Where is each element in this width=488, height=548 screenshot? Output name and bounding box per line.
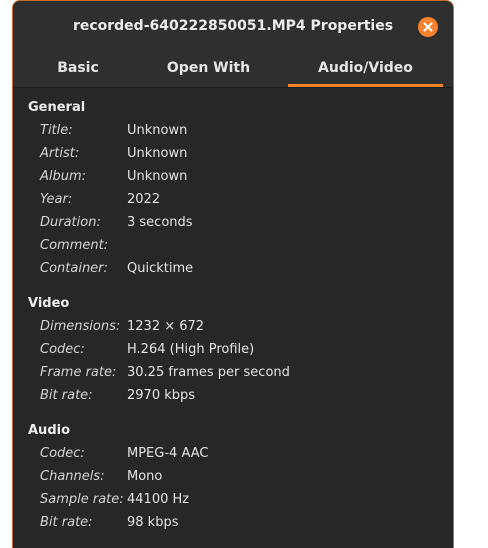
field-value: 3 seconds bbox=[127, 215, 193, 230]
tab-bar: Basic Open With Audio/Video bbox=[13, 49, 453, 87]
properties-dialog: recorded-640222850051.MP4 Properties Bas… bbox=[12, 0, 454, 548]
section-video-title: Video bbox=[28, 296, 70, 311]
row-container: Container: Quicktime bbox=[13, 261, 453, 284]
field-value: H.264 (High Profile) bbox=[127, 342, 255, 357]
close-button[interactable] bbox=[418, 17, 438, 37]
row-artist: Artist: Unknown bbox=[13, 146, 453, 169]
tab-basic[interactable]: Basic bbox=[13, 49, 143, 87]
field-label: Sample rate: bbox=[40, 492, 124, 507]
section-general-title: General bbox=[28, 100, 86, 115]
field-label: Album: bbox=[40, 169, 87, 184]
row-duration: Duration: 3 seconds bbox=[13, 215, 453, 238]
field-label: Duration: bbox=[40, 215, 101, 230]
field-label: Year: bbox=[40, 192, 73, 207]
field-value: Mono bbox=[127, 469, 163, 484]
field-value: Unknown bbox=[127, 169, 188, 184]
row-comment: Comment: bbox=[13, 238, 453, 261]
row-frame-rate: Frame rate: 30.25 frames per second bbox=[13, 365, 453, 388]
row-title: Title: Unknown bbox=[13, 123, 453, 146]
close-icon bbox=[423, 22, 433, 32]
field-value: 44100 Hz bbox=[127, 492, 190, 507]
field-label: Dimensions: bbox=[40, 319, 121, 334]
tab-audio-video[interactable]: Audio/Video bbox=[288, 49, 443, 87]
field-value: 2022 bbox=[127, 192, 161, 207]
field-value: 30.25 frames per second bbox=[127, 365, 290, 380]
row-video-bit-rate: Bit rate: 2970 kbps bbox=[13, 388, 453, 411]
audio-video-panel: General Title: Unknown Artist: Unknown A… bbox=[13, 87, 453, 548]
field-label: Title: bbox=[40, 123, 73, 138]
tab-open-with[interactable]: Open With bbox=[143, 49, 274, 87]
row-year: Year: 2022 bbox=[13, 192, 453, 215]
field-label: Bit rate: bbox=[40, 388, 93, 403]
field-label: Codec: bbox=[40, 446, 85, 461]
field-label: Comment: bbox=[40, 238, 109, 253]
field-label: Artist: bbox=[40, 146, 80, 161]
field-value: Unknown bbox=[127, 146, 188, 161]
row-album: Album: Unknown bbox=[13, 169, 453, 192]
row-sample-rate: Sample rate: 44100 Hz bbox=[13, 492, 453, 515]
field-value: MPEG-4 AAC bbox=[127, 446, 209, 461]
field-label: Bit rate: bbox=[40, 515, 93, 530]
field-value: 98 kbps bbox=[127, 515, 179, 530]
titlebar[interactable]: recorded-640222850051.MP4 Properties bbox=[13, 1, 453, 49]
row-video-codec: Codec: H.264 (High Profile) bbox=[13, 342, 453, 365]
field-label: Channels: bbox=[40, 469, 105, 484]
section-audio-title: Audio bbox=[28, 423, 71, 438]
window-title: recorded-640222850051.MP4 Properties bbox=[72, 18, 394, 34]
field-value: 1232 × 672 bbox=[127, 319, 205, 334]
field-label: Codec: bbox=[40, 342, 85, 357]
field-value: Quicktime bbox=[127, 261, 194, 276]
field-value: 2970 kbps bbox=[127, 388, 196, 403]
row-channels: Channels: Mono bbox=[13, 469, 453, 492]
row-audio-codec: Codec: MPEG-4 AAC bbox=[13, 446, 453, 469]
row-audio-bit-rate: Bit rate: 98 kbps bbox=[13, 515, 453, 538]
field-value: Unknown bbox=[127, 123, 188, 138]
field-label: Frame rate: bbox=[40, 365, 117, 380]
row-dimensions: Dimensions: 1232 × 672 bbox=[13, 319, 453, 342]
field-label: Container: bbox=[40, 261, 108, 276]
